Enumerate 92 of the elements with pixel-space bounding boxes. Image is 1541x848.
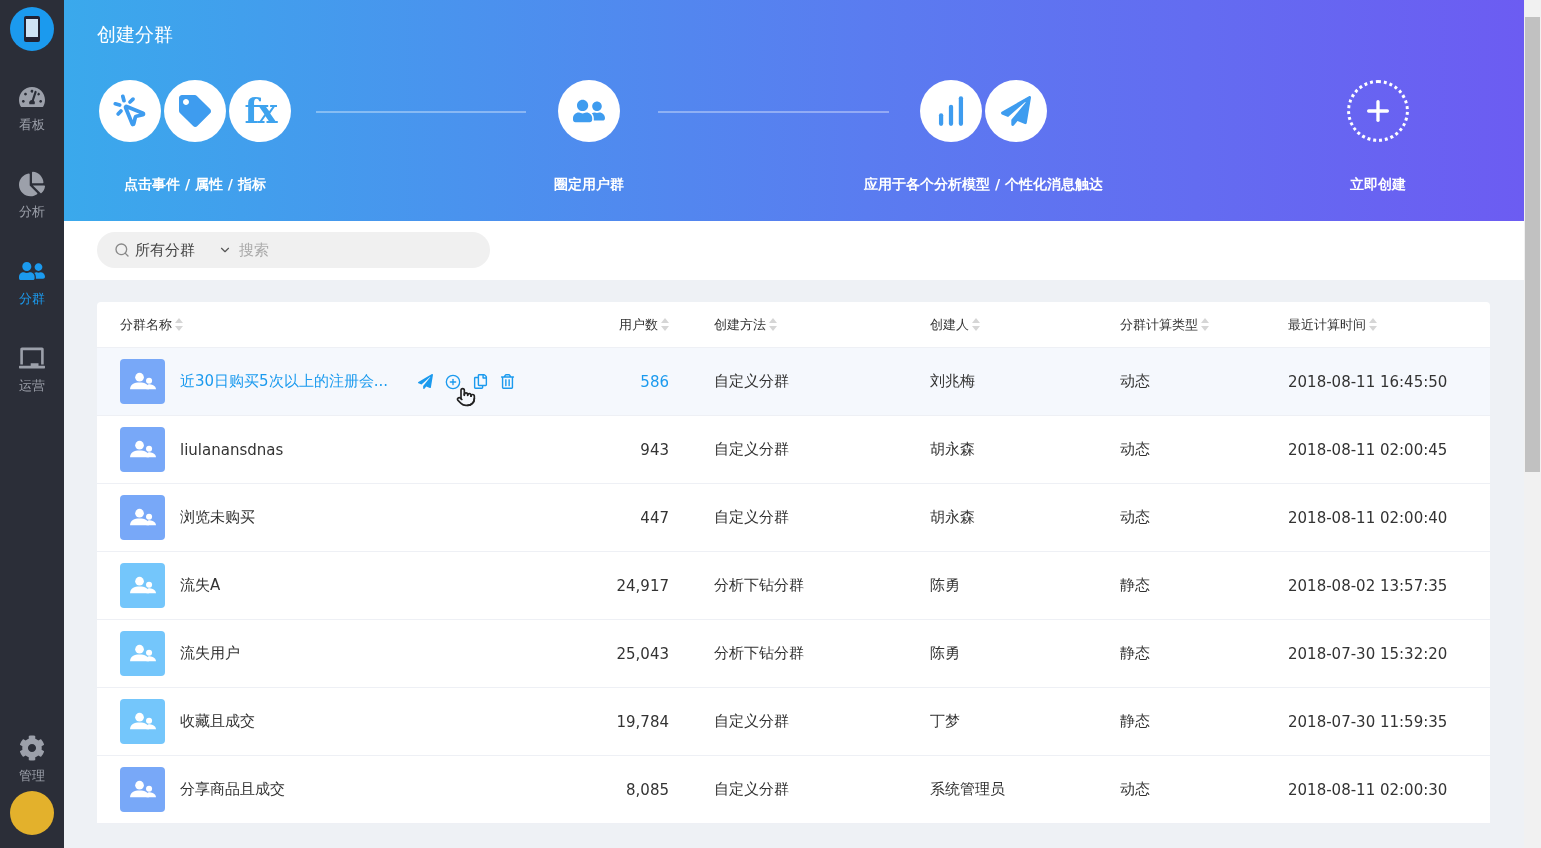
type-cell-text: 静态 bbox=[1120, 644, 1151, 663]
column-header: 分群名称 bbox=[120, 315, 172, 334]
page-title: 创建分群 bbox=[97, 22, 174, 47]
user-count: 8,085 bbox=[625, 780, 669, 799]
creator-cell-text: 陈勇 bbox=[930, 576, 961, 595]
copy-button[interactable] bbox=[472, 374, 488, 389]
people-icon bbox=[129, 372, 156, 391]
create-label[interactable]: 立即创建 bbox=[1350, 176, 1406, 194]
user-count: 943 bbox=[639, 440, 669, 459]
method-cell-text: 自定义分群 bbox=[713, 440, 790, 459]
creator-cell-text: 刘兆梅 bbox=[930, 372, 976, 391]
creator-cell-text: 系统管理员 bbox=[930, 780, 1006, 799]
creator-cell-text: 胡永森 bbox=[930, 508, 976, 527]
delete-button[interactable] bbox=[499, 374, 515, 389]
people-icon bbox=[129, 440, 156, 459]
sidebar-item[interactable]: 管理 bbox=[19, 735, 45, 785]
user-count: 447 bbox=[639, 508, 669, 527]
segment-name[interactable]: liulanansdnas bbox=[180, 440, 284, 459]
gauge-icon bbox=[19, 84, 45, 110]
table-row[interactable]: 近30日购买5次以上的注册会... 586 自定义分群 刘兆梅 动态 2018-08-11 16:45:50 bbox=[97, 348, 1490, 416]
sort-icon[interactable] bbox=[1201, 318, 1209, 331]
method-cell-text: 分析下钻分群 bbox=[713, 576, 805, 595]
people-icon bbox=[129, 644, 156, 663]
segment-name[interactable]: 流失用户 bbox=[180, 644, 240, 663]
people-icon bbox=[129, 780, 156, 799]
presentation-board-icon bbox=[19, 345, 45, 371]
user-count: 24,917 bbox=[615, 576, 669, 595]
creator-cell-text: 胡永森 bbox=[930, 440, 976, 459]
sort-icon[interactable] bbox=[175, 318, 183, 331]
column-header: 创建人 bbox=[930, 315, 969, 334]
scrollbar-thumb[interactable] bbox=[1525, 17, 1540, 472]
app-logo[interactable] bbox=[10, 7, 54, 51]
type-cell-text: 静态 bbox=[1120, 576, 1151, 595]
user-count: 19,784 bbox=[615, 712, 669, 731]
method-cell-text: 自定义分群 bbox=[713, 780, 790, 799]
step-label: 应用于各个分析模型 / 个性化消息触达 bbox=[864, 176, 1103, 194]
method-cell-text: 自定义分群 bbox=[713, 372, 790, 391]
step-label: 点击事件 / 属性 / 指标 bbox=[124, 176, 266, 194]
type-cell-text: 静态 bbox=[1120, 712, 1151, 731]
add-button[interactable] bbox=[444, 373, 461, 390]
people-icon bbox=[129, 576, 156, 595]
type-cell-text: 动态 bbox=[1120, 372, 1151, 391]
type-cell-text: 动态 bbox=[1120, 780, 1151, 799]
method-cell-text: 自定义分群 bbox=[713, 508, 790, 527]
function-symbol: fx bbox=[244, 91, 276, 131]
time-cell-text: 2018-07-30 15:32:20 bbox=[1288, 644, 1449, 663]
search-field[interactable]: 所有分群 搜索 bbox=[97, 232, 490, 268]
column-header: 最近计算时间 bbox=[1288, 315, 1366, 334]
time-cell-text: 2018-08-11 16:45:50 bbox=[1288, 372, 1449, 391]
scope-select[interactable]: 所有分群 bbox=[135, 240, 195, 260]
column-header: 分群计算类型 bbox=[1120, 315, 1198, 334]
time-cell-text: 2018-08-11 02:00:40 bbox=[1288, 508, 1449, 527]
segment-name[interactable]: 分享商品且成交 bbox=[180, 780, 285, 799]
people-icon bbox=[129, 508, 156, 527]
user-avatar[interactable] bbox=[10, 791, 54, 835]
method-cell-text: 分析下钻分群 bbox=[713, 644, 805, 663]
paper-plane-icon bbox=[1001, 96, 1031, 126]
hand-cursor-icon bbox=[456, 387, 476, 407]
type-cell-text: 动态 bbox=[1120, 508, 1151, 527]
time-cell-text: 2018-07-30 11:59:35 bbox=[1288, 712, 1449, 731]
tag-icon bbox=[179, 95, 211, 127]
creator-cell-text: 陈勇 bbox=[930, 644, 961, 663]
create-button[interactable] bbox=[1347, 80, 1409, 142]
user-count: 25,043 bbox=[615, 644, 669, 663]
search-icon bbox=[114, 242, 130, 258]
creator-cell-text: 丁梦 bbox=[930, 712, 961, 731]
step-label: 圈定用户群 bbox=[554, 176, 624, 194]
pie-chart-icon bbox=[19, 171, 45, 197]
segment-name[interactable]: 浏览未购买 bbox=[180, 508, 255, 527]
sidebar-item[interactable]: 看板 bbox=[19, 84, 45, 171]
sort-icon[interactable] bbox=[1369, 318, 1377, 331]
sidebar-item[interactable]: 分群 bbox=[19, 258, 45, 345]
time-cell-text: 2018-08-11 02:00:45 bbox=[1288, 440, 1449, 459]
sidebar-item[interactable]: 分析 bbox=[19, 171, 45, 258]
people-icon bbox=[129, 712, 156, 731]
column-header: 用户数 bbox=[619, 315, 658, 334]
user-count: 586 bbox=[639, 372, 669, 391]
pointer-click-icon bbox=[112, 93, 148, 129]
scrollbar[interactable] bbox=[1524, 0, 1541, 848]
sidebar-item[interactable]: 运营 bbox=[19, 345, 45, 432]
column-header: 创建方法 bbox=[714, 315, 766, 334]
sort-icon[interactable] bbox=[972, 318, 980, 331]
settings-icon bbox=[19, 735, 45, 761]
method-cell-text: 自定义分群 bbox=[713, 712, 790, 731]
sort-icon[interactable] bbox=[769, 318, 777, 331]
type-cell-text: 动态 bbox=[1120, 440, 1151, 459]
segment-name[interactable]: 收藏且成交 bbox=[180, 712, 255, 731]
time-cell-text: 2018-08-02 13:57:35 bbox=[1288, 576, 1449, 595]
sort-icon[interactable] bbox=[661, 318, 669, 331]
time-cell-text: 2018-08-11 02:00:30 bbox=[1288, 780, 1449, 799]
send-button[interactable] bbox=[417, 374, 433, 389]
segment-name[interactable]: 流失A bbox=[180, 576, 221, 595]
